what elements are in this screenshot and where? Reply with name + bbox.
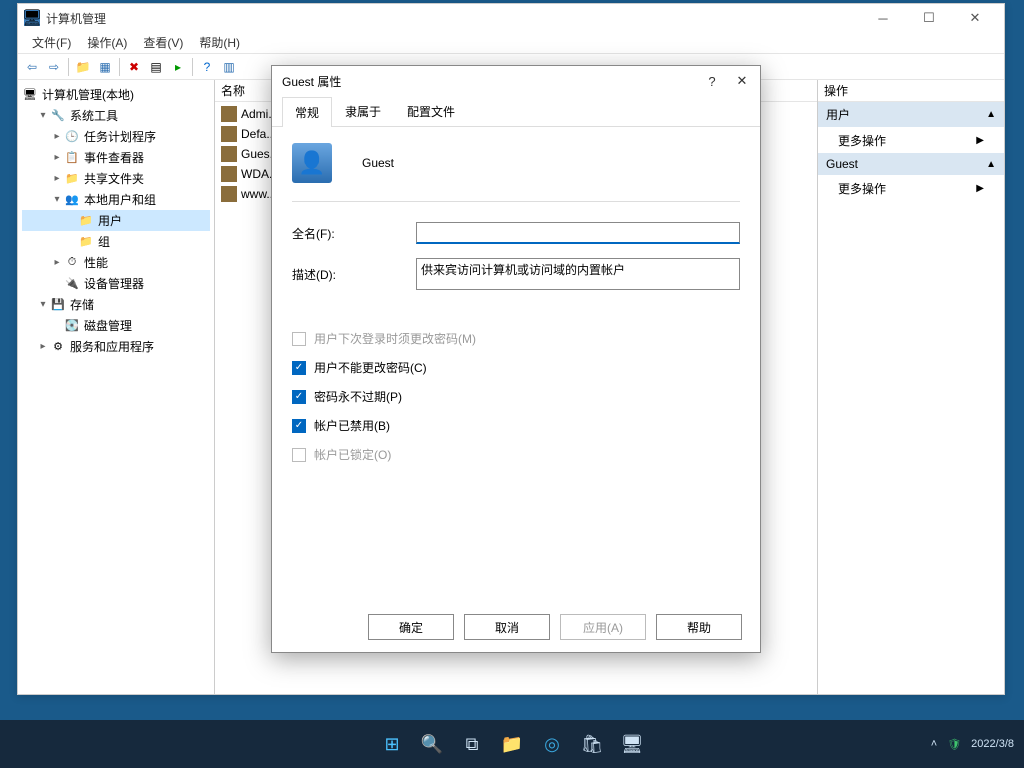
menu-file[interactable]: 文件(F) xyxy=(24,32,79,53)
app-icon[interactable]: 🖥 xyxy=(616,728,648,760)
tree-shared-folders[interactable]: ▸📁共享文件夹 xyxy=(22,168,210,189)
properties-icon[interactable]: ▦ xyxy=(95,57,115,77)
folder-icon[interactable]: 📁 xyxy=(73,57,93,77)
refresh-icon[interactable]: ▸ xyxy=(168,57,188,77)
guest-properties-dialog: Guest 属性 ? ✕ 常规 隶属于 配置文件 👤 Guest 全名(F): … xyxy=(271,65,761,653)
checkbox-icon[interactable]: ✓ xyxy=(292,361,306,375)
user-large-icon: 👤 xyxy=(292,143,332,183)
actions-more[interactable]: 更多操作▶ xyxy=(818,128,1004,153)
delete-icon[interactable]: ✖ xyxy=(124,57,144,77)
start-icon[interactable]: ⊞ xyxy=(376,728,408,760)
back-icon[interactable]: ⇦ xyxy=(22,57,42,77)
user-icon xyxy=(221,186,237,202)
user-icon xyxy=(221,126,237,142)
dialog-buttons: 确定 取消 应用(A) 帮助 xyxy=(272,602,760,652)
tree-users[interactable]: 📁用户 xyxy=(22,210,210,231)
tree-services-apps[interactable]: ▸⚙服务和应用程序 xyxy=(22,336,210,357)
tab-general[interactable]: 常规 xyxy=(282,97,332,127)
tray-chevron-icon[interactable]: ˄ xyxy=(931,738,937,750)
user-icon xyxy=(221,166,237,182)
close-button[interactable]: ✕ xyxy=(952,4,998,32)
menubar: 文件(F) 操作(A) 查看(V) 帮助(H) xyxy=(18,32,1004,54)
full-name-input[interactable] xyxy=(416,222,740,244)
view-icon[interactable]: ▥ xyxy=(219,57,239,77)
dialog-help-button[interactable]: ? xyxy=(704,73,720,89)
full-name-label: 全名(F): xyxy=(292,225,416,242)
maximize-button[interactable]: ☐ xyxy=(906,4,952,32)
actions-section-guest[interactable]: Guest▲ xyxy=(818,153,1004,176)
taskbar-date[interactable]: 2022/3/8 xyxy=(971,738,1014,750)
checkbox-icon[interactable]: ✓ xyxy=(292,390,306,404)
user-icon xyxy=(221,106,237,122)
explorer-icon[interactable]: 📁 xyxy=(496,728,528,760)
tree-root[interactable]: 🖥计算机管理(本地) xyxy=(22,84,210,105)
dialog-body: 👤 Guest 全名(F): 描述(D): 用户下次登录时须更改密码(M) ✓ … xyxy=(272,127,760,602)
tree-task-scheduler[interactable]: ▸🕒任务计划程序 xyxy=(22,126,210,147)
checkbox-icon xyxy=(292,332,306,346)
checkbox-icon xyxy=(292,448,306,462)
tab-memberof[interactable]: 隶属于 xyxy=(332,96,394,126)
actions-more-guest[interactable]: 更多操作▶ xyxy=(818,176,1004,201)
app-icon: 🖥 xyxy=(24,10,40,26)
checkbox-icon[interactable]: ✓ xyxy=(292,419,306,433)
menu-view[interactable]: 查看(V) xyxy=(135,32,191,53)
store-icon[interactable]: 🛍 xyxy=(576,728,608,760)
menu-action[interactable]: 操作(A) xyxy=(79,32,135,53)
collapse-icon[interactable]: ▲ xyxy=(986,159,996,170)
chevron-right-icon: ▶ xyxy=(976,183,984,194)
checkbox-never-expire[interactable]: ✓ 密码永不过期(P) xyxy=(292,388,740,405)
description-label: 描述(D): xyxy=(292,266,416,283)
forward-icon[interactable]: ⇨ xyxy=(44,57,64,77)
taskbar: ⊞ 🔍 ⧉ 📁 ◎ 🛍 🖥 ˄ 🛡 2022/3/8 xyxy=(0,720,1024,768)
dialog-title: Guest 属性 xyxy=(282,73,341,90)
minimize-button[interactable]: ─ xyxy=(860,4,906,32)
tab-profile[interactable]: 配置文件 xyxy=(394,96,468,126)
collapse-icon[interactable]: ▲ xyxy=(986,109,996,120)
tray-shield-icon[interactable]: 🛡 xyxy=(947,738,961,751)
tree-performance[interactable]: ▸⏱性能 xyxy=(22,252,210,273)
ok-button[interactable]: 确定 xyxy=(368,614,454,640)
titlebar: 🖥 计算机管理 ─ ☐ ✕ xyxy=(18,4,1004,32)
dialog-username: Guest xyxy=(362,156,394,170)
actions-header: 操作 xyxy=(818,80,1004,102)
tree-disk-mgmt[interactable]: 💽磁盘管理 xyxy=(22,315,210,336)
actions-section-user[interactable]: 用户▲ xyxy=(818,102,1004,128)
dialog-close-button[interactable]: ✕ xyxy=(734,73,750,89)
checkbox-account-locked: 帐户已锁定(O) xyxy=(292,446,740,463)
dialog-titlebar: Guest 属性 ? ✕ xyxy=(272,66,760,96)
menu-help[interactable]: 帮助(H) xyxy=(191,32,248,53)
tree-pane[interactable]: 🖥计算机管理(本地) ▾🔧系统工具 ▸🕒任务计划程序 ▸📋事件查看器 ▸📁共享文… xyxy=(18,80,215,694)
cancel-button[interactable]: 取消 xyxy=(464,614,550,640)
tree-storage[interactable]: ▾💾存储 xyxy=(22,294,210,315)
chevron-right-icon: ▶ xyxy=(976,135,984,146)
dialog-tabs: 常规 隶属于 配置文件 xyxy=(272,96,760,127)
checkbox-account-disabled[interactable]: ✓ 帐户已禁用(B) xyxy=(292,417,740,434)
apply-button[interactable]: 应用(A) xyxy=(560,614,646,640)
tree-event-viewer[interactable]: ▸📋事件查看器 xyxy=(22,147,210,168)
search-icon[interactable]: 🔍 xyxy=(416,728,448,760)
tree-groups[interactable]: 📁组 xyxy=(22,231,210,252)
window-title: 计算机管理 xyxy=(46,10,106,27)
help-button[interactable]: 帮助 xyxy=(656,614,742,640)
user-icon xyxy=(221,146,237,162)
help-icon[interactable]: ? xyxy=(197,57,217,77)
checkbox-cannot-change[interactable]: ✓ 用户不能更改密码(C) xyxy=(292,359,740,376)
checkbox-change-next-login: 用户下次登录时须更改密码(M) xyxy=(292,330,740,347)
taskview-icon[interactable]: ⧉ xyxy=(456,728,488,760)
description-input[interactable] xyxy=(416,258,740,290)
edge-icon[interactable]: ◎ xyxy=(536,728,568,760)
sheet-icon[interactable]: ▤ xyxy=(146,57,166,77)
tree-local-users[interactable]: ▾👥本地用户和组 xyxy=(22,189,210,210)
tree-device-manager[interactable]: 🔌设备管理器 xyxy=(22,273,210,294)
tree-system-tools[interactable]: ▾🔧系统工具 xyxy=(22,105,210,126)
actions-pane: 操作 用户▲ 更多操作▶ Guest▲ 更多操作▶ xyxy=(818,80,1004,694)
